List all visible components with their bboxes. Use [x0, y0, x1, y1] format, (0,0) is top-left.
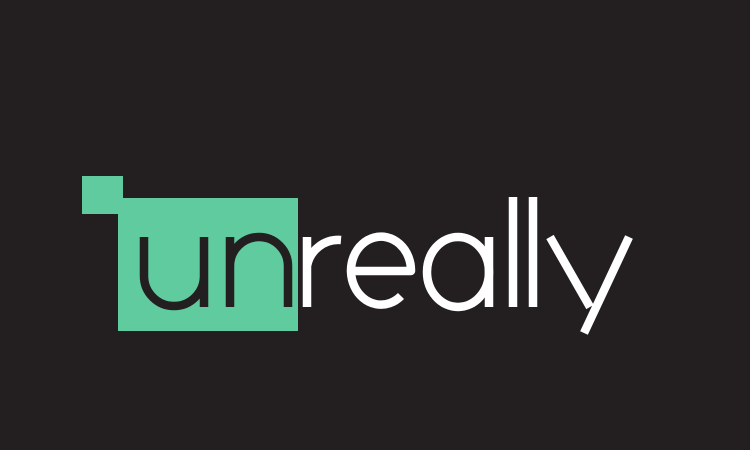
- background: [0, 0, 750, 450]
- unreally-logo: [0, 0, 750, 450]
- small-square-icon: [82, 176, 123, 214]
- logo-graphic: [0, 0, 750, 450]
- logo-canvas: [0, 0, 750, 450]
